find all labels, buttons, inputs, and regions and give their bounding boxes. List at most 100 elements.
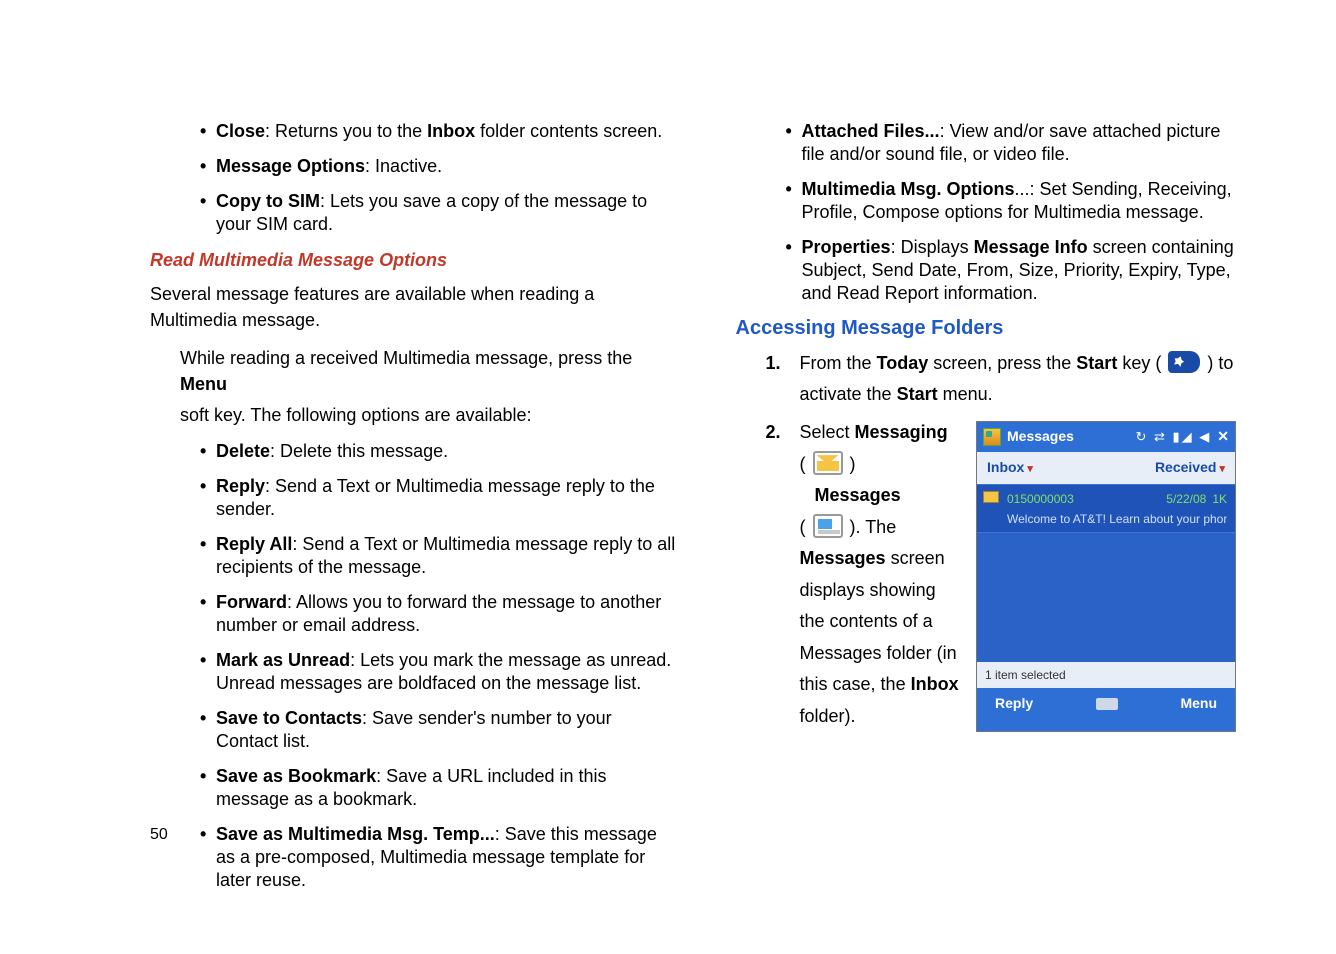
term: Save as Bookmark: [216, 766, 376, 786]
text: While reading a received Multimedia mess…: [180, 348, 632, 368]
term: Save to Contacts: [216, 708, 362, 728]
step-number: 1.: [766, 348, 781, 379]
desc: : Send a Text or Multimedia message repl…: [216, 476, 655, 519]
page-number: 50: [150, 826, 168, 844]
desc-after: folder contents screen.: [475, 121, 662, 141]
left-top-bullets: Close: Returns you to the Inbox folder c…: [150, 120, 676, 236]
bullet-attached-files: Attached Files...: View and/or save atta…: [786, 120, 1236, 166]
t: From the: [800, 353, 877, 373]
received-dropdown[interactable]: Received: [1155, 456, 1225, 480]
inbox-dropdown[interactable]: Inbox: [987, 456, 1033, 480]
bullet-save-mms-temp: Save as Multimedia Msg. Temp...: Save th…: [200, 823, 676, 892]
softkey-menu[interactable]: Menu: [1180, 692, 1217, 716]
term: Mark as Unread: [216, 650, 350, 670]
t: ): [845, 454, 856, 474]
bullet-save-contacts: Save to Contacts: Save sender's number t…: [200, 707, 676, 753]
envelope-icon: [983, 491, 999, 503]
row-right: 5/22/08 1K: [1166, 489, 1227, 509]
phone-subbar: Inbox Received: [977, 452, 1235, 484]
close-icon[interactable]: ✕: [1217, 425, 1229, 449]
row-sender: 0150000003: [1007, 489, 1074, 509]
term: Reply All: [216, 534, 292, 554]
row-size: 1K: [1212, 492, 1227, 506]
inline-bold: Message Info: [974, 237, 1088, 257]
t: menu.: [938, 384, 993, 404]
term: Attached Files...: [802, 121, 940, 141]
phone-screenshot: Messages ↻ ⇄ ▮◢ ◀ ✕ Inbox Received 01500…: [976, 421, 1236, 732]
bullet-save-bookmark: Save as Bookmark: Save a URL included in…: [200, 765, 676, 811]
menu-bold: Menu: [180, 374, 227, 394]
right-top-bullets: Attached Files...: View and/or save atta…: [736, 120, 1236, 305]
term: Copy to SIM: [216, 191, 320, 211]
bullet-reply: Reply: Send a Text or Multimedia message…: [200, 475, 676, 521]
bullet-properties: Properties: Displays Message Info screen…: [786, 236, 1236, 305]
bullet-close: Close: Returns you to the Inbox folder c…: [200, 120, 676, 143]
step-1: 1. From the Today screen, press the Star…: [766, 348, 1236, 409]
step-number: 2.: [766, 417, 781, 448]
accessing-folders-heading: Accessing Message Folders: [736, 317, 1236, 340]
start-bold: Start: [1076, 353, 1117, 373]
phone-body-empty: [977, 532, 1235, 662]
row-preview: Welcome to AT&T! Learn about your phon..…: [1007, 509, 1227, 529]
read-mms-options-heading: Read Multimedia Message Options: [150, 250, 676, 271]
status-icons: ↻ ⇄ ▮◢ ◀: [1135, 426, 1211, 448]
inbox-bold: Inbox: [911, 674, 959, 694]
term: Save as Multimedia Msg. Temp...: [216, 824, 495, 844]
bullet-delete: Delete: Delete this message.: [200, 440, 676, 463]
term: Close: [216, 121, 265, 141]
page: Close: Returns you to the Inbox folder c…: [0, 0, 1336, 944]
bullet-forward: Forward: Allows you to forward the messa…: [200, 591, 676, 637]
bullet-message-options: Message Options: Inactive.: [200, 155, 676, 178]
messages-bold-2: Messages: [800, 548, 886, 568]
start-key-icon: [1168, 351, 1200, 373]
phone-statusbar: 1 item selected: [977, 662, 1235, 688]
keyboard-icon[interactable]: [1096, 698, 1118, 710]
message-row[interactable]: 0150000003 5/22/08 1K Welcome to AT&T! Le…: [977, 484, 1235, 532]
row-line-1: 0150000003 5/22/08 1K: [1007, 489, 1227, 509]
t: (: [800, 517, 811, 537]
para-intro: Several message features are available w…: [150, 281, 676, 333]
phone-title: Messages: [1007, 425, 1074, 449]
desc: : Returns you to the: [265, 121, 427, 141]
term: Multimedia Msg. Options: [802, 179, 1015, 199]
step-2-wrap: Select Messaging ( ) Messages ( ). The M…: [800, 417, 1236, 732]
term: Forward: [216, 592, 287, 612]
bullet-mark-unread: Mark as Unread: Lets you mark the messag…: [200, 649, 676, 695]
messages-bold: Messages: [815, 485, 901, 505]
phone-softkeys: Reply Menu: [977, 688, 1235, 720]
t: (: [800, 454, 811, 474]
phone-titlebar: Messages ↻ ⇄ ▮◢ ◀ ✕: [977, 422, 1235, 452]
step-2-text: Select Messaging ( ) Messages ( ). The M…: [800, 417, 960, 732]
messages-icon: [813, 514, 843, 538]
term: Reply: [216, 476, 265, 496]
start-bold-2: Start: [897, 384, 938, 404]
bullet-reply-all: Reply All: Send a Text or Multimedia mes…: [200, 533, 676, 579]
messaging-bold: Messaging: [855, 422, 948, 442]
para-menu-2: soft key. The following options are avai…: [150, 402, 676, 428]
t: key (: [1117, 353, 1166, 373]
app-icon: [983, 428, 1001, 446]
t: ). The: [845, 517, 897, 537]
left-column: Close: Returns you to the Inbox folder c…: [150, 120, 676, 904]
messaging-icon: [813, 451, 843, 475]
row-date: 5/22/08: [1166, 492, 1206, 506]
para-menu-1: While reading a received Multimedia mess…: [150, 345, 676, 397]
desc-pre: : Displays: [891, 237, 974, 257]
t: screen displays showing the contents of …: [800, 548, 957, 694]
desc: : Inactive.: [365, 156, 442, 176]
step-2: 2. Select Messaging ( ) Messages ( ). Th…: [766, 417, 1236, 732]
term: Message Options: [216, 156, 365, 176]
desc: : Delete this message.: [270, 441, 448, 461]
softkey-reply[interactable]: Reply: [995, 692, 1033, 716]
t: folder).: [800, 706, 856, 726]
term: Delete: [216, 441, 270, 461]
steps-list: 1. From the Today screen, press the Star…: [736, 348, 1236, 732]
today-bold: Today: [877, 353, 929, 373]
t: screen, press the: [928, 353, 1076, 373]
term: Properties: [802, 237, 891, 257]
bullet-mms-options: Multimedia Msg. Options...: Set Sending,…: [786, 178, 1236, 224]
t: Select: [800, 422, 855, 442]
left-main-bullets: Delete: Delete this message. Reply: Send…: [150, 440, 676, 893]
inline-bold: Inbox: [427, 121, 475, 141]
right-column: Attached Files...: View and/or save atta…: [736, 120, 1236, 904]
